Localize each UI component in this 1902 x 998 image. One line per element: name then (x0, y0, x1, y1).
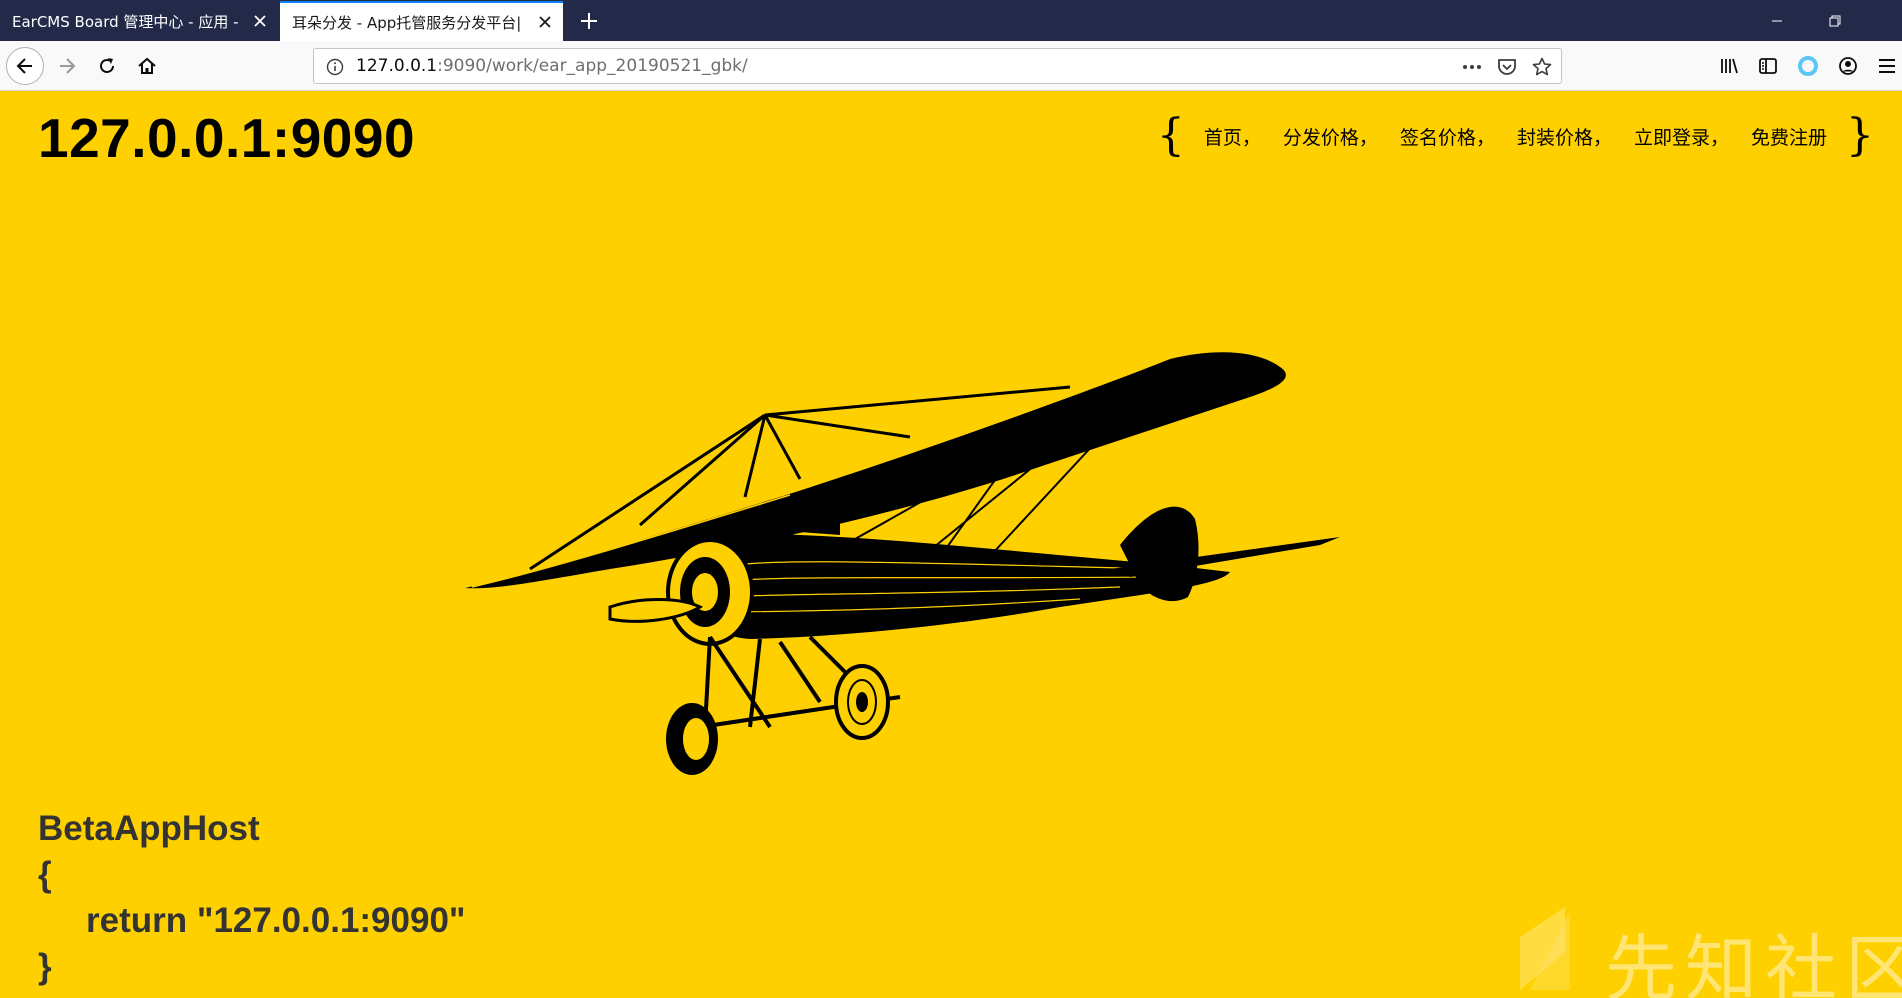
nav-link-register[interactable]: 免费注册 (1751, 123, 1827, 150)
account-button[interactable] (1831, 49, 1865, 83)
page-content: 127.0.0.1:9090 { 首页， 分发价格， 签名价格， 封装价格， 立… (0, 92, 1902, 998)
code-snippet: BetaAppHost { return "127.0.0.1:9090" } (38, 806, 466, 990)
plus-icon (581, 12, 597, 29)
extension-ring-icon (1798, 56, 1818, 76)
back-button[interactable] (6, 47, 44, 85)
tab-title: EarCMS Board 管理中心 - 应用 - F (12, 12, 242, 31)
nav-link-signing-price[interactable]: 签名价格， (1400, 123, 1495, 150)
code-line-close-brace: } (38, 947, 52, 986)
restore-icon (1829, 15, 1841, 26)
home-button[interactable] (130, 49, 164, 83)
code-line-return: return "127.0.0.1:9090" (86, 901, 466, 940)
url-path: :9090/work/ear_app_20190521_gbk/ (437, 56, 748, 76)
tab-earcms-board[interactable]: EarCMS Board 管理中心 - 应用 - F (0, 1, 278, 41)
close-tab-icon[interactable] (527, 3, 563, 41)
info-icon[interactable] (320, 52, 350, 82)
nav-link-login[interactable]: 立即登录， (1634, 123, 1729, 150)
account-icon (1839, 57, 1857, 75)
sidebar-button[interactable] (1751, 49, 1785, 83)
nav-link-home[interactable]: 首页， (1204, 123, 1261, 150)
site-title: 127.0.0.1:9090 (38, 107, 416, 169)
reload-icon (100, 58, 114, 73)
browser-tab-strip: EarCMS Board 管理中心 - 应用 - F 耳朵分发 - App托管服… (0, 0, 1902, 41)
page-actions-icon[interactable] (1457, 52, 1487, 82)
forward-button[interactable] (50, 49, 84, 83)
restore-button[interactable] (1806, 0, 1864, 41)
minimize-button[interactable] (1748, 0, 1806, 41)
nav-link-distribution-price[interactable]: 分发价格， (1283, 123, 1378, 150)
sidebar-icon (1759, 58, 1777, 74)
bookmark-star-icon[interactable] (1527, 52, 1557, 82)
extension-button[interactable] (1791, 49, 1825, 83)
reload-button[interactable] (90, 49, 124, 83)
url-host: 127.0.0.1 (356, 56, 438, 76)
new-tab-button[interactable] (568, 0, 610, 41)
watermark-text: 先知社区 (1605, 927, 1902, 998)
menu-button[interactable] (1870, 49, 1902, 83)
nav-open-brace: { (1156, 110, 1185, 161)
code-line-open-brace: { (38, 855, 52, 894)
hamburger-menu-icon (1879, 59, 1895, 73)
nav-link-packaging-price[interactable]: 封装价格， (1517, 123, 1612, 150)
navigation-toolbar: 127.0.0.1:9090/work/ear_app_20190521_gbk… (0, 41, 1902, 91)
close-tab-icon[interactable] (242, 1, 278, 41)
library-button[interactable] (1712, 49, 1746, 83)
minimize-icon (1772, 20, 1782, 21)
pocket-icon[interactable] (1492, 52, 1522, 82)
tab-erduo-fenfa[interactable]: 耳朵分发 - App托管服务分发平台| (280, 1, 563, 41)
top-navigation: { 首页， 分发价格， 签名价格， 封装价格， 立即登录， 免费注册 } (1149, 114, 1882, 158)
arrow-right-icon (60, 58, 76, 74)
address-bar[interactable]: 127.0.0.1:9090/work/ear_app_20190521_gbk… (313, 48, 1562, 84)
url-text[interactable]: 127.0.0.1:9090/work/ear_app_20190521_gbk… (356, 49, 748, 83)
tab-title: 耳朵分发 - App托管服务分发平台| (292, 13, 522, 32)
library-icon (1721, 58, 1738, 74)
airplane-illustration (465, 352, 1340, 775)
home-icon (138, 57, 156, 74)
code-line-class: BetaAppHost (38, 809, 260, 848)
nav-close-brace: } (1846, 110, 1874, 161)
arrow-left-icon (16, 58, 32, 74)
